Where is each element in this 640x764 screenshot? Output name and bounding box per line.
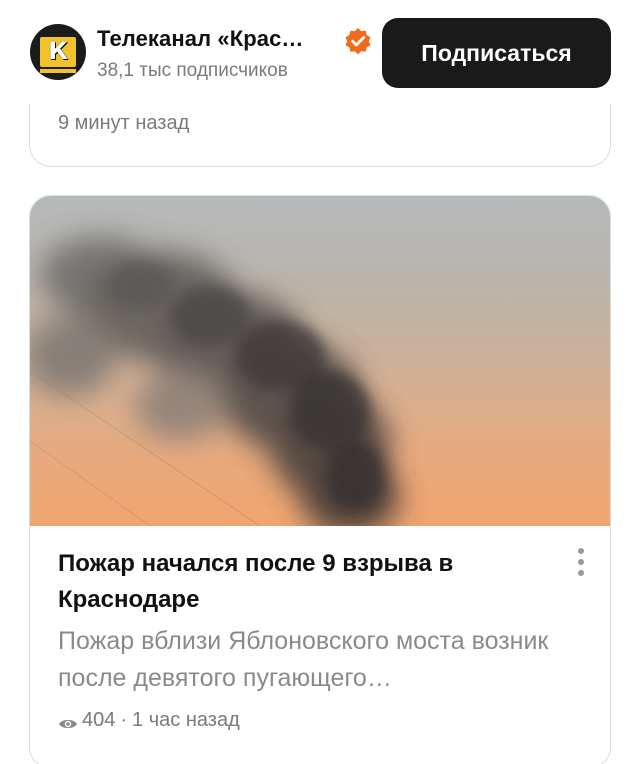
subscriber-count: 38,1 тыс подписчиков (97, 60, 288, 81)
article-snippet: Пожар вблизи Яблоновского моста возник п… (58, 627, 549, 692)
more-vertical-icon[interactable] (570, 548, 592, 582)
verified-check-icon (343, 26, 373, 56)
article-image[interactable] (30, 196, 610, 526)
article-title[interactable]: Пожар начался после 9 взрыва в Краснодар… (58, 546, 528, 618)
eye-icon (58, 714, 78, 728)
channel-name[interactable]: Телеканал «Крас… (97, 26, 337, 52)
article-card[interactable]: Пожар начался после 9 взрыва в Краснодар… (29, 195, 611, 764)
view-count: 404 (82, 709, 116, 731)
subscribe-button[interactable]: Подписаться (382, 18, 611, 88)
article-meta: 404 · 1 час назад (58, 709, 240, 732)
channel-header: К Телеканал «Крас… 38,1 тыс подписчиков … (0, 0, 640, 104)
meta-separator: · (120, 709, 128, 731)
channel-avatar[interactable]: К (30, 24, 86, 80)
article-time: 1 час назад (132, 709, 240, 731)
previous-article-time: 9 минут назад (58, 112, 190, 134)
channel-avatar-letter: К (48, 37, 68, 65)
